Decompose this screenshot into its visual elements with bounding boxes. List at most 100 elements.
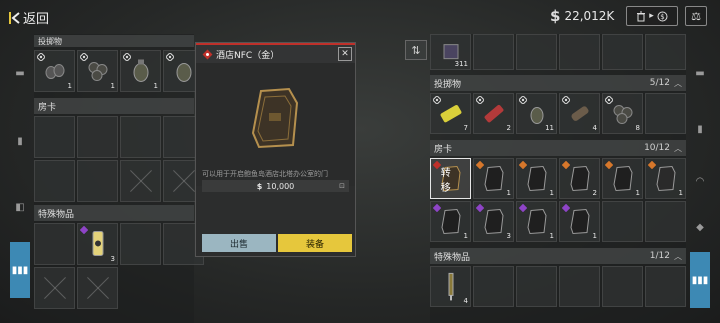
- bulk-sell-button[interactable]: ▸ $: [626, 6, 678, 26]
- special-count: 1/12: [649, 251, 670, 261]
- syringe-icon: [448, 272, 453, 300]
- grenade-cluster-icon: [613, 104, 632, 124]
- left-roomcards-grid: [34, 116, 204, 202]
- transfer-label[interactable]: 转移: [441, 164, 461, 194]
- keycard-icon: [569, 165, 590, 191]
- grid-slot[interactable]: 7: [430, 93, 471, 134]
- right-special-header: 特殊物品 1/12 ︿: [430, 248, 686, 264]
- tab-helmet-right[interactable]: ◠: [690, 170, 710, 192]
- back-arrow-icon: [9, 11, 20, 24]
- price-bar: $ 10,000 ⊡: [202, 180, 349, 192]
- item-qty: 1: [506, 189, 511, 197]
- grid-slot[interactable]: [77, 160, 118, 202]
- tab-equipment[interactable]: ◧: [10, 196, 30, 218]
- scale-button[interactable]: ⚖: [685, 6, 707, 26]
- dialog-header: 酒店NFC（金） ✕: [196, 43, 355, 63]
- swap-storage-button[interactable]: ⇅: [405, 40, 427, 60]
- grid-slot[interactable]: 1: [77, 50, 118, 92]
- grid-slot[interactable]: [473, 34, 514, 70]
- grenade-cluster-icon: [45, 64, 64, 80]
- grid-slot[interactable]: 4: [430, 266, 471, 307]
- currency-icon: $: [256, 181, 263, 191]
- grid-slot[interactable]: 311: [430, 34, 471, 70]
- left-storage-panel: 投掷物 1 1 1 房卡 特殊物品 3: [34, 34, 204, 323]
- keycard-icon: [655, 165, 676, 191]
- rarity-red-badge: [202, 49, 213, 60]
- grid-slot[interactable]: [34, 160, 75, 202]
- scale-icon: ⚖: [691, 9, 701, 23]
- grid-slot[interactable]: [120, 223, 161, 265]
- gun-icon: ▬: [695, 67, 705, 79]
- item-qty: 2: [506, 124, 511, 132]
- grid-slot[interactable]: 3: [473, 201, 514, 242]
- chevron-up-icon[interactable]: ︿: [674, 251, 682, 262]
- grid-slot[interactable]: [645, 34, 686, 70]
- grid-slot[interactable]: 1: [559, 201, 600, 242]
- grid-slot[interactable]: [602, 266, 643, 307]
- grid-slot[interactable]: 1: [120, 50, 161, 92]
- item-qty: 3: [506, 232, 511, 240]
- grid-slot[interactable]: 11: [516, 93, 557, 134]
- currency-display: $ 22,012K: [550, 7, 614, 25]
- locked-slot: [120, 160, 161, 202]
- right-special-grid: 4: [430, 266, 686, 307]
- tab-weapons[interactable]: ▬: [10, 62, 30, 84]
- close-button[interactable]: ✕: [338, 47, 352, 61]
- item-qty: 1: [592, 232, 597, 240]
- grid-slot[interactable]: 1: [602, 158, 643, 199]
- coin-icon: $: [657, 11, 668, 21]
- tab-inventory[interactable]: ▮▮▮: [10, 242, 30, 298]
- grid-slot[interactable]: 1: [430, 201, 471, 242]
- keycard-icon: [526, 208, 547, 234]
- grid-slot[interactable]: [645, 201, 686, 242]
- back-button[interactable]: 返回: [9, 8, 49, 27]
- tab-weapons-right[interactable]: ▬: [690, 62, 710, 84]
- grid-slot[interactable]: [516, 266, 557, 307]
- grid-slot[interactable]: [516, 34, 557, 70]
- tab-armor-right[interactable]: ▮: [690, 118, 710, 140]
- grid-slot[interactable]: 8: [602, 93, 643, 134]
- grid-slot[interactable]: 2: [473, 93, 514, 134]
- grid-slot[interactable]: [77, 116, 118, 158]
- item-qty: 1: [549, 189, 554, 197]
- tab-armor[interactable]: ▮: [10, 130, 30, 152]
- item-qty: 1: [153, 82, 158, 90]
- bars-icon: ▮▮▮: [11, 264, 29, 276]
- grid-slot[interactable]: 3: [77, 223, 118, 265]
- grid-slot[interactable]: [602, 201, 643, 242]
- grid-slot[interactable]: [34, 116, 75, 158]
- grid-slot[interactable]: 1: [473, 158, 514, 199]
- grid-slot[interactable]: [559, 266, 600, 307]
- right-throwables-header: 投掷物 5/12 ︿: [430, 75, 686, 91]
- grenade-icon: [133, 59, 148, 82]
- locked-slot: [34, 267, 75, 309]
- grid-slot[interactable]: [34, 223, 75, 265]
- right-backpack-panel: 311 投掷物 5/12 ︿ 7 2 11 4 8 房卡 10/12 ︿ 转移 …: [430, 34, 686, 323]
- throwables-count: 5/12: [649, 78, 670, 88]
- grid-slot[interactable]: 1: [516, 158, 557, 199]
- grid-slot[interactable]: 2: [559, 158, 600, 199]
- grid-slot[interactable]: [473, 266, 514, 307]
- tab-gem-right[interactable]: ◆: [690, 216, 710, 238]
- left-roomcards-header: 房卡: [34, 98, 194, 114]
- chevron-up-icon[interactable]: ︿: [674, 143, 682, 154]
- item-qty: 3: [110, 255, 115, 263]
- grid-slot[interactable]: [645, 266, 686, 307]
- tab-inventory-right[interactable]: ▮▮▮: [690, 252, 710, 308]
- equip-button[interactable]: 装备: [278, 234, 352, 252]
- grid-slot[interactable]: [645, 93, 686, 134]
- grid-slot[interactable]: [602, 34, 643, 70]
- item-qty: 1: [678, 189, 683, 197]
- selected-keycard-slot[interactable]: 转移: [430, 158, 471, 199]
- grid-slot[interactable]: 1: [516, 201, 557, 242]
- grid-slot[interactable]: 4: [559, 93, 600, 134]
- grid-slot[interactable]: [120, 116, 161, 158]
- chevron-up-icon[interactable]: ︿: [674, 78, 682, 89]
- grid-slot[interactable]: 1: [645, 158, 686, 199]
- grid-slot[interactable]: 1: [34, 50, 75, 92]
- sell-button[interactable]: 出售: [202, 234, 276, 252]
- left-special-grid: 3: [34, 223, 204, 309]
- rarity-white-badge: [476, 96, 484, 104]
- item-qty: 11: [545, 124, 554, 132]
- grid-slot[interactable]: [559, 34, 600, 70]
